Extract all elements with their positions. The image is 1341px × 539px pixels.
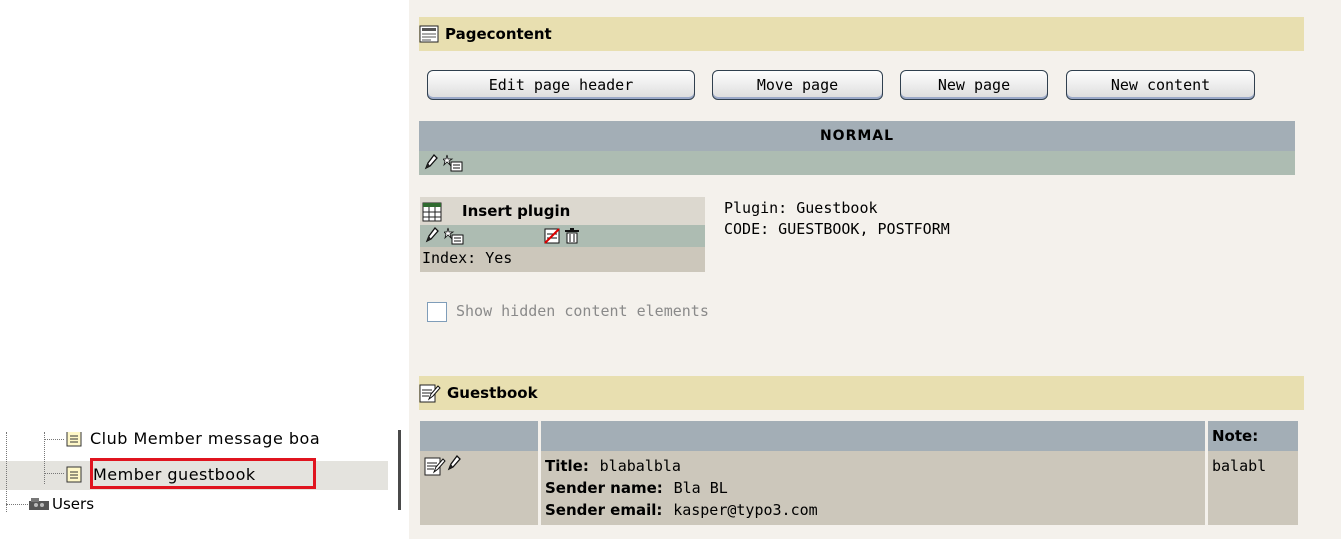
tree-connector — [44, 473, 64, 474]
table-header-cell — [541, 421, 1205, 451]
record-sender-email-value: kasper@typo3.com — [673, 501, 818, 519]
tree-item-label: Users — [52, 495, 95, 512]
edit-page-header-button[interactable]: Edit page header — [427, 70, 695, 100]
table-header-cell — [420, 421, 538, 451]
guestbook-records-table: Note: Title: blabalbla Sender name: Bla … — [420, 421, 1298, 525]
record-sender-email-line: Sender email: kasper@typo3.com — [545, 501, 818, 519]
guestbook-title: Guestbook — [447, 384, 538, 402]
content-element-insert-plugin: Insert plugin Index: Yes — [420, 197, 705, 272]
record-sender-name-label: Sender name: — [545, 479, 663, 497]
show-hidden-checkbox[interactable] — [427, 302, 447, 322]
edit-pencil-icon[interactable] — [424, 226, 440, 248]
move-page-button[interactable]: Move page — [712, 70, 883, 100]
record-sender-name-value: Bla BL — [673, 479, 728, 497]
selected-item-highlight-box — [90, 458, 316, 489]
tree-item-club-member-message-board[interactable]: Club Member message boa — [66, 432, 320, 450]
page-icon — [66, 432, 82, 447]
content-element-title[interactable]: Insert plugin — [462, 202, 570, 220]
record-title-label: Title: — [545, 457, 589, 475]
delete-trash-icon[interactable] — [564, 228, 580, 248]
plugin-code-line: CODE: GUESTBOOK, POSTFORM — [724, 220, 950, 238]
new-content-after-icon[interactable] — [443, 227, 464, 249]
table-row: Title: blabalbla Sender name: Bla BL Sen… — [541, 451, 1205, 525]
edit-pencil-icon[interactable] — [446, 454, 462, 476]
edit-pencil-icon[interactable] — [423, 153, 439, 175]
pagecontent-icon — [419, 24, 439, 44]
pagecontent-header: Pagecontent — [419, 17, 1304, 51]
column-icon-bar — [419, 151, 1295, 175]
plugin-icon — [422, 202, 442, 226]
tree-connector — [6, 432, 7, 512]
frame-divider[interactable] — [398, 430, 401, 510]
guestbook-record-icon[interactable] — [424, 455, 446, 481]
table-header-note: Note: — [1208, 421, 1298, 451]
plugin-info-line: Plugin: Guestbook — [724, 199, 878, 217]
record-title-value: blabalbla — [599, 457, 681, 475]
record-sender-name-line: Sender name: Bla BL — [545, 479, 728, 497]
record-title-line: Title: blabalbla — [545, 457, 681, 475]
note-column-label: Note: — [1212, 427, 1259, 445]
column-header-normal: NORMAL — [419, 121, 1295, 151]
page-icon — [66, 466, 82, 483]
users-folder-icon — [28, 497, 50, 511]
show-hidden-label[interactable]: Show hidden content elements — [456, 302, 709, 320]
guestbook-icon — [419, 382, 441, 404]
record-note-value: balabl — [1212, 457, 1267, 475]
content-element-index-status: Index: Yes — [422, 249, 513, 267]
tree-connector — [44, 439, 64, 440]
pagecontent-title: Pagecontent — [445, 25, 552, 43]
table-row-note-cell: balabl — [1208, 451, 1298, 525]
guestbook-header: Guestbook — [419, 376, 1304, 410]
content-element-icon-bar — [420, 225, 705, 247]
hide-icon[interactable] — [544, 228, 560, 248]
content-element-header: Insert plugin — [420, 197, 705, 225]
tree-item-label: Club Member message boa — [90, 432, 321, 448]
new-page-button[interactable]: New page — [900, 70, 1048, 100]
record-sender-email-label: Sender email: — [545, 501, 663, 519]
tree-connector — [6, 504, 28, 505]
table-row-icons-cell — [420, 451, 538, 525]
new-content-icon[interactable] — [442, 154, 463, 176]
tree-item-users[interactable]: Users — [28, 492, 94, 512]
new-content-button[interactable]: New content — [1066, 70, 1255, 100]
